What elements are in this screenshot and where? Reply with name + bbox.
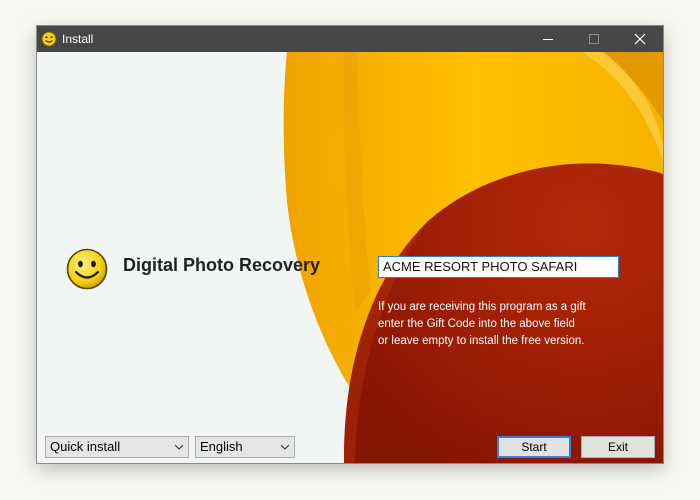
- installer-window: Install Digital Photo Recovery ACME RESO…: [37, 26, 663, 463]
- installer-content: Digital Photo Recovery If you are receiv…: [37, 52, 663, 463]
- chevron-down-icon: [174, 444, 184, 450]
- instruction-line: or leave empty to install the free versi…: [378, 335, 585, 347]
- gift-code-instructions: If you are receiving this program as a g…: [378, 299, 628, 350]
- close-icon: [634, 33, 646, 45]
- instruction-line: enter the Gift Code into the above field: [378, 318, 575, 330]
- chevron-down-icon: [280, 444, 290, 450]
- install-mode-value: Quick install: [50, 439, 121, 454]
- smiley-face-icon: [66, 248, 108, 290]
- minimize-button[interactable]: [525, 26, 571, 52]
- smiley-face-icon: [41, 31, 57, 47]
- instruction-line: If you are receiving this program as a g…: [378, 301, 586, 313]
- language-value: English: [200, 439, 243, 454]
- install-mode-select[interactable]: Quick install: [45, 436, 189, 458]
- window-title: Install: [62, 32, 94, 46]
- exit-button[interactable]: Exit: [581, 436, 655, 458]
- product-name: Digital Photo Recovery: [123, 255, 321, 275]
- maximize-icon: [589, 34, 599, 44]
- language-select[interactable]: English: [195, 436, 295, 458]
- maximize-button[interactable]: [571, 26, 617, 52]
- start-button[interactable]: Start: [497, 436, 571, 458]
- close-button[interactable]: [617, 26, 663, 52]
- desktop: Install Digital Photo Recovery ACME RESO…: [0, 0, 700, 500]
- minimize-icon: [543, 39, 553, 40]
- title-bar[interactable]: Install: [37, 26, 663, 52]
- gift-code-input[interactable]: [378, 256, 619, 278]
